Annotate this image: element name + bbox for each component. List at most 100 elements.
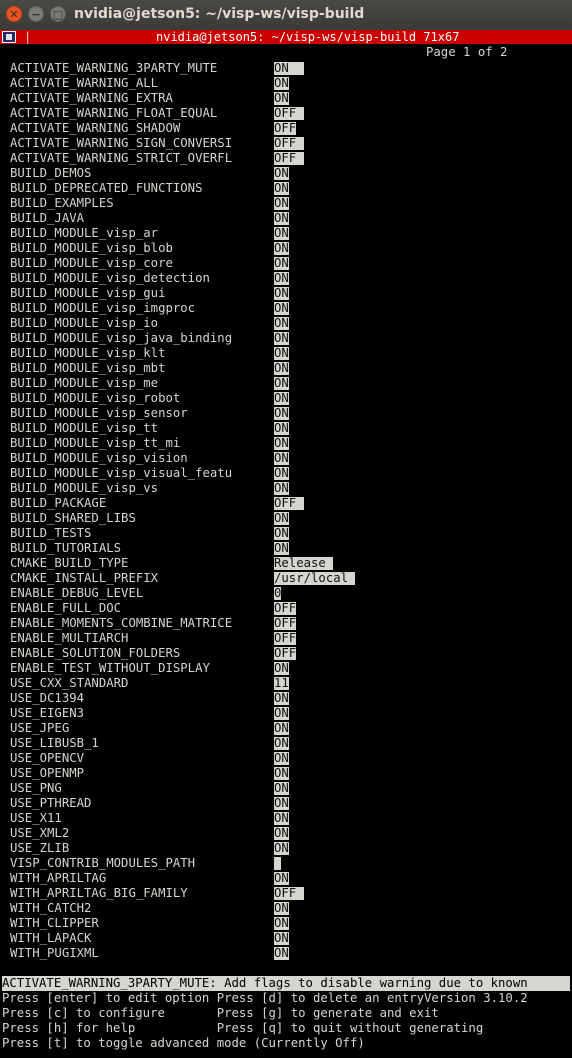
- option-name[interactable]: USE_X11: [10, 811, 62, 826]
- option-value-field[interactable]: OFF: [274, 632, 297, 645]
- option-name[interactable]: USE_DC1394: [10, 691, 84, 706]
- option-name[interactable]: ACTIVATE_WARNING_SIGN_CONVERSI: [10, 136, 232, 151]
- option-name[interactable]: BUILD_MODULE_visp_blob: [10, 241, 173, 256]
- option-name[interactable]: ENABLE_MULTIARCH: [10, 631, 128, 646]
- option-value-field[interactable]: ON: [274, 302, 289, 315]
- option-name[interactable]: WITH_PUGIXML: [10, 946, 99, 961]
- option-name[interactable]: ACTIVATE_WARNING_SHADOW: [10, 121, 180, 136]
- option-value-field[interactable]: ON: [274, 947, 289, 960]
- option-name[interactable]: BUILD_PACKAGE: [10, 496, 106, 511]
- option-value-field[interactable]: ON: [274, 902, 289, 915]
- option-name[interactable]: BUILD_MODULE_visp_ar: [10, 226, 158, 241]
- option-name[interactable]: WITH_APRILTAG_BIG_FAMILY: [10, 886, 188, 901]
- option-value-field[interactable]: OFF: [274, 122, 297, 135]
- option-value-field[interactable]: Release: [274, 557, 334, 570]
- option-value-field[interactable]: ON: [274, 842, 289, 855]
- option-value-field[interactable]: OFF: [274, 647, 297, 660]
- option-name[interactable]: WITH_LAPACK: [10, 931, 91, 946]
- option-value-field[interactable]: OFF: [274, 602, 297, 615]
- option-name[interactable]: USE_PNG: [10, 781, 62, 796]
- option-name[interactable]: VISP_CONTRIB_MODULES_PATH: [10, 856, 195, 871]
- option-value-field[interactable]: ON: [274, 242, 289, 255]
- option-value-field[interactable]: ON: [274, 782, 289, 795]
- option-value-field[interactable]: /usr/local: [274, 572, 356, 585]
- option-value-field[interactable]: ON: [274, 272, 289, 285]
- option-value-field[interactable]: ON: [274, 812, 289, 825]
- option-name[interactable]: BUILD_MODULE_visp_sensor: [10, 406, 188, 421]
- option-value-field[interactable]: ON: [274, 92, 289, 105]
- option-value-field[interactable]: ON: [274, 362, 289, 375]
- option-value-field[interactable]: ON: [274, 212, 289, 225]
- option-name[interactable]: USE_XML2: [10, 826, 69, 841]
- option-value-field[interactable]: ON: [274, 332, 289, 345]
- option-value-field[interactable]: ON: [274, 467, 289, 480]
- option-name[interactable]: BUILD_MODULE_visp_me: [10, 376, 158, 391]
- option-name[interactable]: USE_LIBUSB_1: [10, 736, 99, 751]
- option-name[interactable]: USE_EIGEN3: [10, 706, 84, 721]
- option-name[interactable]: USE_OPENCV: [10, 751, 84, 766]
- option-value-field[interactable]: ON: [274, 437, 289, 450]
- option-value-field[interactable]: ON: [274, 392, 289, 405]
- option-value-field[interactable]: ON: [274, 707, 289, 720]
- option-value-field[interactable]: ON: [274, 527, 289, 540]
- maximize-icon[interactable]: □: [50, 6, 66, 22]
- option-name[interactable]: ACTIVATE_WARNING_EXTRA: [10, 91, 173, 106]
- option-value-field[interactable]: ON: [274, 797, 289, 810]
- option-name[interactable]: BUILD_MODULE_visp_klt: [10, 346, 165, 361]
- option-value-field[interactable]: ON: [274, 257, 289, 270]
- option-value-field[interactable]: 0: [274, 587, 282, 600]
- option-value-field[interactable]: ON: [274, 422, 289, 435]
- option-value-field[interactable]: OFF: [274, 887, 304, 900]
- option-name[interactable]: BUILD_MODULE_visp_gui: [10, 286, 165, 301]
- option-value-field[interactable]: ON: [274, 167, 289, 180]
- option-name[interactable]: ENABLE_DEBUG_LEVEL: [10, 586, 143, 601]
- option-name[interactable]: BUILD_JAVA: [10, 211, 84, 226]
- option-value-field[interactable]: ON: [274, 692, 289, 705]
- option-name[interactable]: ENABLE_SOLUTION_FOLDERS: [10, 646, 180, 661]
- option-value-field[interactable]: ON: [274, 722, 289, 735]
- option-name[interactable]: BUILD_MODULE_visp_java_binding: [10, 331, 232, 346]
- option-name[interactable]: ENABLE_TEST_WITHOUT_DISPLAY: [10, 661, 210, 676]
- option-value-field[interactable]: ON: [274, 932, 289, 945]
- title-bar[interactable]: ✕ − □ nvidia@jetson5: ~/visp-ws/visp-bui…: [0, 0, 572, 30]
- option-value-field[interactable]: ON: [274, 737, 289, 750]
- option-name[interactable]: ENABLE_FULL_DOC: [10, 601, 121, 616]
- option-name[interactable]: ACTIVATE_WARNING_FLOAT_EQUAL: [10, 106, 217, 121]
- option-name[interactable]: ACTIVATE_WARNING_3PARTY_MUTE: [10, 61, 217, 76]
- option-value-field[interactable]: ON: [274, 452, 289, 465]
- option-name[interactable]: BUILD_MODULE_visp_visual_featu: [10, 466, 232, 481]
- option-value-field[interactable]: ON: [274, 197, 289, 210]
- option-name[interactable]: BUILD_MODULE_visp_vision: [10, 451, 188, 466]
- option-value-field[interactable]: OFF: [274, 137, 304, 150]
- option-name[interactable]: BUILD_MODULE_visp_detection: [10, 271, 210, 286]
- option-name[interactable]: BUILD_MODULE_visp_tt: [10, 421, 158, 436]
- option-name[interactable]: BUILD_MODULE_visp_robot: [10, 391, 180, 406]
- option-value-field[interactable]: ON: [274, 62, 304, 75]
- option-name[interactable]: CMAKE_INSTALL_PREFIX: [10, 571, 158, 586]
- option-name[interactable]: BUILD_MODULE_visp_vs: [10, 481, 158, 496]
- option-name[interactable]: BUILD_DEMOS: [10, 166, 91, 181]
- option-name[interactable]: USE_CXX_STANDARD: [10, 676, 128, 691]
- option-value-field[interactable]: ON: [274, 182, 289, 195]
- option-name[interactable]: USE_ZLIB: [10, 841, 69, 856]
- option-name[interactable]: USE_JPEG: [10, 721, 69, 736]
- option-name[interactable]: BUILD_MODULE_visp_mbt: [10, 361, 165, 376]
- option-name[interactable]: BUILD_SHARED_LIBS: [10, 511, 136, 526]
- option-name[interactable]: BUILD_EXAMPLES: [10, 196, 114, 211]
- option-value-field[interactable]: ON: [274, 482, 289, 495]
- option-value-field[interactable]: ON: [274, 767, 289, 780]
- option-name[interactable]: BUILD_TESTS: [10, 526, 91, 541]
- option-value-field[interactable]: OFF: [274, 617, 297, 630]
- option-value-field[interactable]: ON: [274, 77, 289, 90]
- option-name[interactable]: BUILD_MODULE_visp_tt_mi: [10, 436, 180, 451]
- option-name[interactable]: ACTIVATE_WARNING_STRICT_OVERFL: [10, 151, 232, 166]
- option-value-field[interactable]: ON: [274, 827, 289, 840]
- option-value-field[interactable]: OFF: [274, 152, 304, 165]
- option-name[interactable]: CMAKE_BUILD_TYPE: [10, 556, 128, 571]
- option-name[interactable]: WITH_CLIPPER: [10, 916, 99, 931]
- option-value-field[interactable]: ON: [274, 662, 289, 675]
- option-value-field[interactable]: 11: [274, 677, 289, 690]
- option-name[interactable]: BUILD_DEPRECATED_FUNCTIONS: [10, 181, 203, 196]
- option-value-field[interactable]: ON: [274, 377, 289, 390]
- option-name[interactable]: USE_OPENMP: [10, 766, 84, 781]
